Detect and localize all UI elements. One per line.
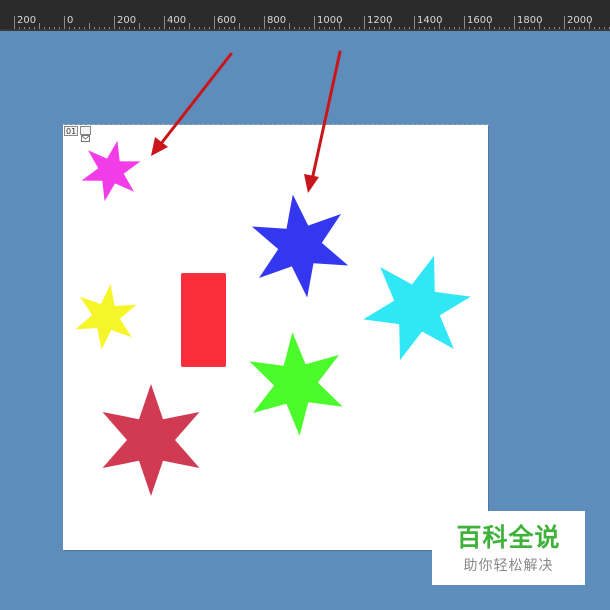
watermark-logo: 百科全说 助你轻松解决 xyxy=(432,511,585,585)
ruler-label: 1800 xyxy=(517,15,543,26)
ruler-label: 1400 xyxy=(417,15,443,26)
ruler-label: 800 xyxy=(267,15,287,26)
artboard-preview-icon[interactable] xyxy=(80,126,92,142)
ruler-label: 200 xyxy=(117,15,137,26)
ruler-label: 400 xyxy=(167,15,187,26)
ruler-label: 0 xyxy=(67,15,74,26)
artboard-tag[interactable]: 01 xyxy=(64,126,92,142)
horizontal-ruler[interactable]: 200 0 200 400 600 800 1000 1200 1400 160… xyxy=(0,0,610,31)
artboard-number: 01 xyxy=(64,126,79,136)
ruler-label: 1200 xyxy=(367,15,393,26)
watermark-subtitle: 助你轻松解决 xyxy=(463,558,554,574)
ruler-label: 2000 xyxy=(567,15,593,26)
ruler-label: 200 xyxy=(17,15,37,26)
ruler-label: 1600 xyxy=(467,15,493,26)
ruler-label: 600 xyxy=(217,15,237,26)
design-app-window: 200 0 200 400 600 800 1000 1200 1400 160… xyxy=(0,0,610,610)
watermark-title: 百科全说 xyxy=(456,523,561,552)
artboard[interactable] xyxy=(63,125,488,550)
ruler-label: 1000 xyxy=(317,15,343,26)
